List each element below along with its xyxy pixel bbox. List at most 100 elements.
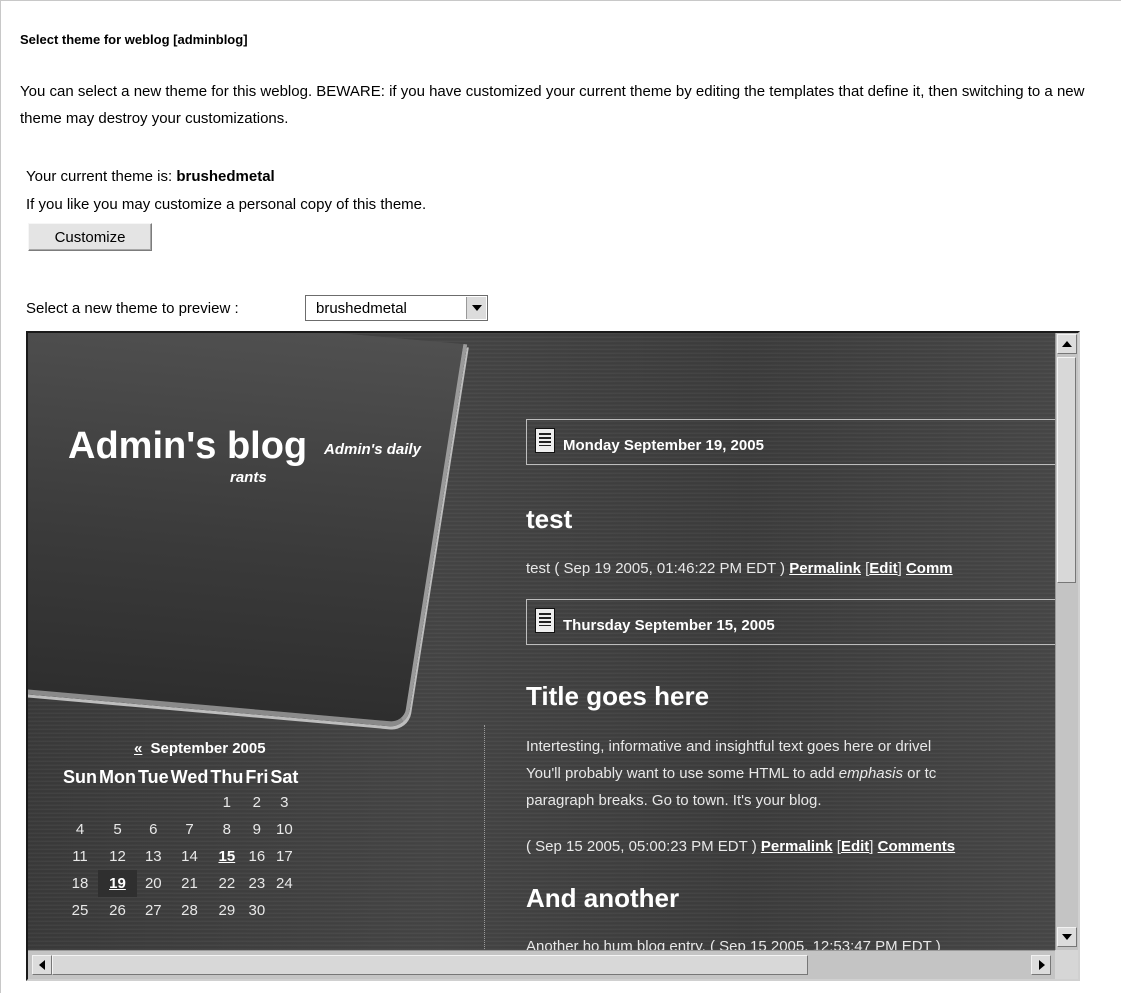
calendar-day [170, 789, 210, 816]
calendar-day: 5 [113, 821, 122, 838]
calendar-day: 17 [276, 848, 293, 865]
theme-select-value: brushedmetal [316, 300, 407, 317]
day-date: Thursday September 15, 2005 [563, 617, 775, 634]
vertical-scroll-thumb[interactable] [1057, 357, 1076, 583]
calendar-day: 7 [185, 821, 194, 838]
current-theme-name: brushedmetal [176, 168, 275, 185]
edit-link[interactable]: Edit [841, 838, 869, 855]
calendar-day: 20 [144, 875, 162, 892]
calendar-day: 25 [71, 902, 89, 919]
calendar-week: 11 12 13 14 15 16 17 [62, 843, 299, 870]
scroll-right-icon[interactable] [1031, 955, 1051, 975]
calendar-day: 11 [72, 848, 88, 865]
calendar-week: 4 5 6 7 8 9 10 [62, 816, 299, 843]
calendar-day: 22 [218, 875, 236, 892]
calendar-title: « September 2005 [134, 740, 266, 757]
post-body-line: Intertesting, informative and insightful… [526, 738, 932, 755]
permalink-link[interactable]: Permalink [761, 838, 833, 855]
calendar-day [98, 789, 137, 816]
blog-title: Admin's blog [68, 425, 308, 467]
comments-link[interactable]: Comments [878, 838, 956, 855]
day-date: Monday September 19, 2005 [563, 437, 764, 454]
post-meta: test ( Sep 19 2005, 01:46:22 PM EDT ) Pe… [526, 560, 953, 577]
calendar-day: 2 [252, 794, 261, 811]
calendar-day-header: Sun [63, 766, 97, 787]
permalink-link[interactable]: Permalink [789, 560, 861, 577]
post-title: And another [526, 883, 680, 913]
post-body-text: You'll probably want to use some HTML to… [526, 765, 839, 782]
calendar-prev-link[interactable]: « [134, 740, 142, 757]
document-icon [535, 608, 555, 633]
calendar-day-header: Thu [210, 766, 244, 787]
preview-select-label: Select a new theme to preview : [26, 300, 239, 317]
column-divider [484, 725, 485, 950]
calendar-day: 18 [71, 875, 89, 892]
horizontal-scrollbar[interactable] [28, 950, 1055, 979]
calendar-day: 10 [276, 821, 293, 838]
calendar-day: 23 [248, 875, 266, 892]
comments-link[interactable]: Comm [906, 560, 953, 577]
scroll-down-icon[interactable] [1057, 927, 1077, 947]
calendar-day [137, 789, 170, 816]
calendar-day: 4 [75, 821, 85, 838]
calendar-day: 6 [149, 821, 158, 838]
calendar-day-link[interactable]: 15 [209, 843, 244, 870]
preview-viewport: Admin's blog Admin's daily rants « Septe… [28, 333, 1055, 950]
post-body-emphasis: emphasis [838, 765, 903, 782]
calendar-day: 24 [276, 875, 293, 892]
scroll-up-icon[interactable] [1057, 334, 1077, 354]
horizontal-scroll-thumb[interactable] [52, 955, 808, 975]
edit-link[interactable]: Edit [869, 560, 897, 577]
scroll-left-icon[interactable] [32, 955, 52, 975]
current-theme-line: Your current theme is: brushedmetal [26, 168, 275, 185]
blog-description-cont: rants [230, 469, 267, 486]
customize-button[interactable]: Customize [28, 223, 152, 251]
post-title: test [526, 504, 573, 534]
calendar-day: 9 [252, 821, 261, 838]
vertical-scrollbar[interactable] [1055, 333, 1078, 950]
calendar-day: 13 [144, 848, 162, 865]
calendar-day-header: Fri [245, 766, 269, 787]
calendar-day: 28 [181, 902, 198, 919]
calendar-day: 1 [222, 794, 231, 811]
post-body-line: You'll probably want to use some HTML to… [526, 760, 936, 787]
post-meta-text: test ( Sep 19 2005, 01:46:22 PM EDT ) [526, 560, 786, 577]
calendar-day-header: Sat [270, 766, 299, 787]
calendar-day: 21 [181, 875, 198, 892]
post-meta: ( Sep 15 2005, 05:00:23 PM EDT ) Permali… [526, 838, 956, 855]
post-title: Title goes here [526, 681, 710, 711]
calendar-day: 3 [280, 794, 289, 811]
calendar-day: 12 [109, 848, 126, 865]
calendar-month: September 2005 [150, 740, 266, 757]
calendar-day: 29 [218, 902, 236, 919]
post-meta-text: ( Sep 15 2005, 05:00:23 PM EDT ) [526, 838, 757, 855]
calendar-day: 16 [248, 848, 266, 865]
calendar-week: 25 26 27 28 29 30 [62, 897, 299, 924]
chevron-down-icon[interactable] [466, 297, 486, 319]
scrollbar-corner [1055, 950, 1078, 979]
theme-select[interactable]: brushedmetal [305, 295, 488, 321]
post-body: Another ho hum blog entry. ( Sep 15 2005… [526, 938, 941, 950]
calendar-day: 27 [144, 902, 162, 919]
blog-banner-panel [28, 333, 468, 728]
calendar-day: 8 [222, 821, 231, 838]
calendar-day-header: Wed [170, 766, 209, 787]
blog-description: Admin's daily [324, 441, 421, 458]
calendar-day-header: Mon [99, 766, 136, 787]
calendar-day-today-link[interactable]: 19 [98, 870, 137, 897]
calendar-week: 18 19 20 21 22 23 24 [62, 870, 299, 897]
day-header-box: Monday September 19, 2005 [526, 419, 1055, 465]
post-body-line: paragraph breaks. Go to town. It's your … [526, 792, 822, 809]
page-heading: Select theme for weblog [adminblog] [20, 32, 248, 47]
calendar: Sun Mon Tue Wed Thu Fri Sat 1 2 3 4 5 6 [62, 765, 299, 924]
calendar-day [62, 789, 98, 816]
intro-text: You can select a new theme for this webl… [20, 83, 1085, 127]
theme-preview-frame: Admin's blog Admin's daily rants « Septe… [26, 331, 1080, 981]
day-header-box: Thursday September 15, 2005 [526, 599, 1055, 645]
calendar-day [269, 897, 299, 924]
calendar-day: 30 [248, 902, 266, 919]
post-body-text: or tc [902, 765, 937, 782]
calendar-header-row: Sun Mon Tue Wed Thu Fri Sat [62, 765, 299, 789]
post-body: Intertesting, informative and insightful… [526, 733, 936, 814]
customize-copy-text: If you like you may customize a personal… [26, 196, 427, 213]
